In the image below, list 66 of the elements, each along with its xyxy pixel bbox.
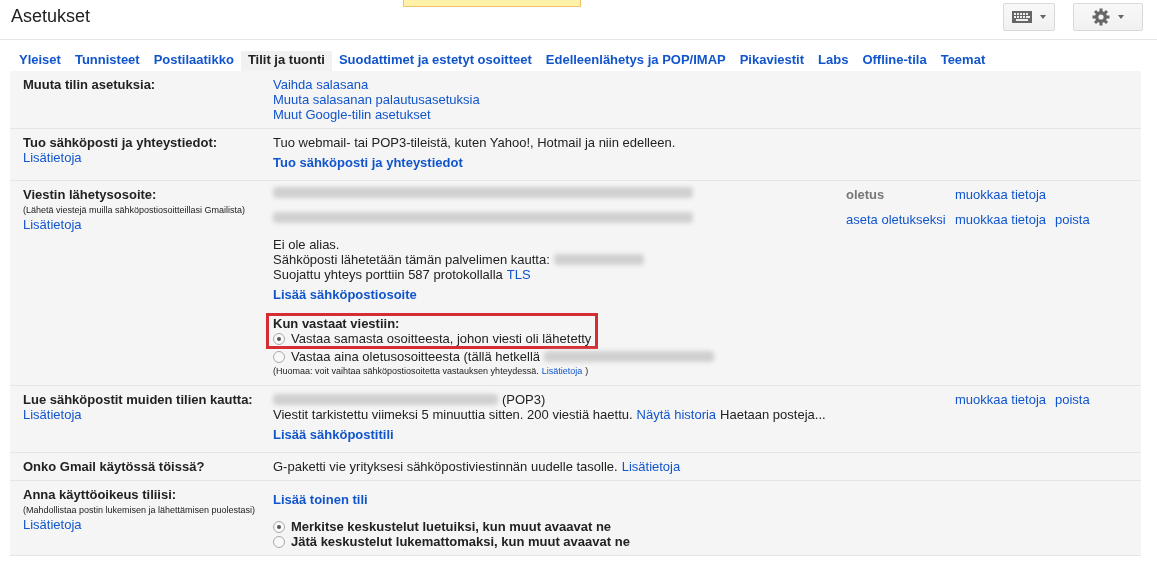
setting-text: Viestit tarkistettu viimeksi 5 minuuttia sitten. 200 viestiä haettu. <box>273 407 633 422</box>
learn-more-link[interactable]: Lisätietoja <box>23 517 82 532</box>
settings-tab[interactable]: Labs <box>811 51 856 71</box>
keyboard-icon <box>1012 11 1032 23</box>
edit-link[interactable]: muokkaa tietoja <box>955 212 1055 237</box>
edit-link[interactable]: muokkaa tietoja <box>955 187 1055 212</box>
section-title: Onko Gmail käytössä töissä? <box>23 459 205 474</box>
radio-label[interactable]: Jätä keskustelut lukemattomaksi, kun muut avaavat ne <box>291 534 630 549</box>
settings-tab[interactable]: Edelleenlähetys ja POP/IMAP <box>538 51 733 71</box>
input-tools-button[interactable] <box>1003 3 1055 31</box>
radio-label[interactable]: Merkitse keskustelut luetuiksi, kun muut avaavat ne <box>291 519 612 534</box>
settings-tab[interactable]: Offline-tila <box>855 51 934 71</box>
page-title: Asetukset <box>11 6 91 27</box>
option-heading: Kun vastaat viestiin: <box>273 316 400 331</box>
delete-link[interactable]: poista <box>1055 392 1141 417</box>
settings-icon <box>1092 8 1110 26</box>
radio-button[interactable] <box>273 535 285 548</box>
settings-tab[interactable]: Postilaatikko <box>146 51 241 71</box>
radio-label[interactable]: Vastaa samasta osoitteesta, johon viesti oli lähetetty <box>291 331 592 346</box>
settings-tab[interactable]: Pikaviestit <box>732 51 812 71</box>
section-title: Anna käyttöoikeus tiliisi: <box>23 487 177 502</box>
section-title: Tuo sähköposti ja yhteystiedot: <box>23 135 218 150</box>
default-label: oletus <box>846 187 886 204</box>
setting-text: Suojattu yhteys porttiin 587 protokollalla <box>273 267 503 282</box>
hint-text: (Huomaa: voit vaihtaa sähköpostiosoitetta vastauksen yhteydessä. <box>273 365 539 378</box>
delete-link[interactable]: poista <box>1055 212 1141 237</box>
link[interactable]: Muuta salasanan palautusasetuksia <box>273 92 480 107</box>
radio-button[interactable] <box>273 332 285 345</box>
edit-link[interactable]: muokkaa tietoja <box>955 392 1055 417</box>
learn-more-link[interactable]: Lisätietoja <box>23 217 82 232</box>
settings-tab[interactable]: Tunnisteet <box>67 51 147 71</box>
link[interactable]: Näytä historia <box>636 407 717 422</box>
link[interactable]: Muut Google-tilin asetukset <box>273 107 431 122</box>
learn-more-link[interactable]: Lisätietoja <box>23 407 82 422</box>
caret-icon <box>1040 15 1046 19</box>
action-link[interactable]: Lisää sähköpostiosoite <box>273 287 417 302</box>
hint-text: ) <box>585 365 589 378</box>
setting-text: (POP3) <box>502 392 546 407</box>
action-link[interactable]: Lisää toinen tili <box>273 492 368 507</box>
action-link[interactable]: Tuo sähköposti ja yhteystiedot <box>273 155 463 170</box>
radio-button[interactable] <box>273 520 285 533</box>
settings-tab[interactable]: Yleiset <box>12 51 68 71</box>
section-title: Muuta tilin asetuksia: <box>23 77 156 92</box>
set-default-link[interactable]: aseta oletukseksi <box>846 212 955 237</box>
link[interactable]: Lisätietoja <box>541 365 583 378</box>
radio-label[interactable]: Vastaa aina oletusosoitteesta (tällä hetkellä <box>291 349 541 364</box>
section-title: Viestin lähetysosoite: <box>23 187 157 202</box>
settings-tab[interactable]: Suodattimet ja estetyt osoitteet <box>331 51 539 71</box>
action-link[interactable]: Lisää sähköpostitili <box>273 427 394 442</box>
setting-text: G-paketti vie yrityksesi sähköpostiviestinnän uudelle tasolle. <box>273 459 618 474</box>
settings-tab[interactable]: Tilit ja tuonti <box>240 51 332 71</box>
settings-tab[interactable]: Teemat <box>933 51 993 71</box>
setting-text: Ei ole alias. <box>273 237 340 252</box>
caret-icon <box>1118 15 1124 19</box>
link[interactable]: TLS <box>506 267 531 282</box>
setting-text: Sähköposti lähetetään tämän palvelimen kautta: <box>273 252 550 267</box>
setting-text: Haetaan posteja... <box>720 407 826 422</box>
setting-text: Tuo webmail- tai POP3-tileistä, kuten Yahoo!, Hotmail ja niin edelleen. <box>273 135 676 150</box>
link[interactable]: Lisätietoja <box>621 459 681 474</box>
link[interactable]: Vaihda salasana <box>273 77 369 92</box>
section-note: (Lähetä viestejä muilla sähköpostiosoitteillasi Gmailista) <box>23 204 246 217</box>
settings-button[interactable] <box>1073 3 1143 31</box>
learn-more-link[interactable]: Lisätietoja <box>23 150 82 165</box>
section-title: Lue sähköpostit muiden tilien kautta: <box>23 392 253 407</box>
section-note: (Mahdollistaa postin lukemisen ja lähettämisen puolestasi) <box>23 504 256 517</box>
radio-button[interactable] <box>273 350 285 363</box>
